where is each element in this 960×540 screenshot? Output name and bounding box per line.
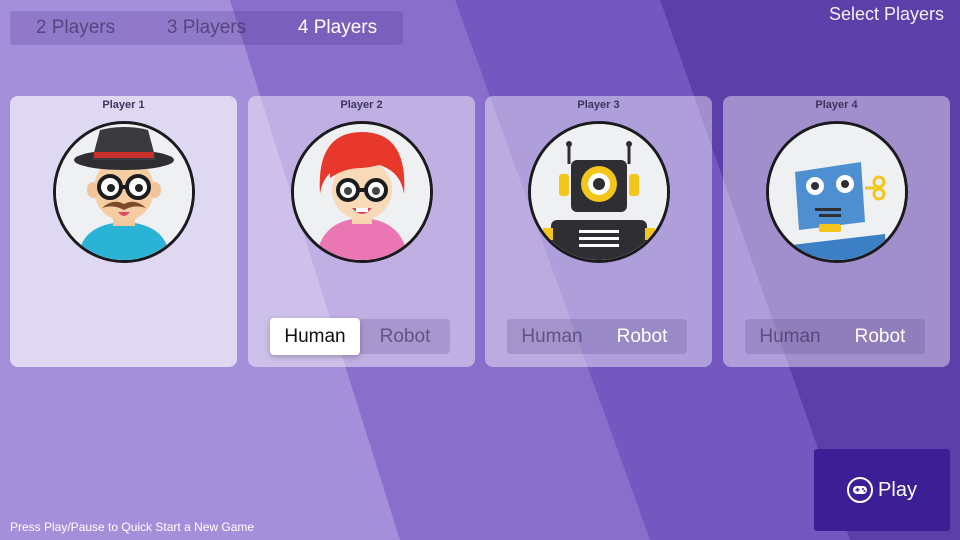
option-4-players[interactable]: 4 Players [272, 11, 403, 45]
player-4-human-option[interactable]: Human [745, 319, 835, 354]
play-label: Play [878, 478, 917, 501]
player-1-label: Player 1 [102, 99, 145, 111]
player-3-human-option[interactable]: Human [507, 319, 597, 354]
player-4-robot-option[interactable]: Robot [835, 319, 925, 354]
option-2-players[interactable]: 2 Players [10, 11, 141, 45]
player-2-human-option[interactable]: Human [270, 318, 360, 355]
player-3-robot-option[interactable]: Robot [597, 319, 687, 354]
player-count-segmented-control[interactable]: 2 Players 3 Players 4 Players [10, 11, 403, 45]
play-button[interactable]: Play [814, 449, 950, 531]
player-1-card: Player 1 [10, 96, 237, 367]
player-4-label: Player 4 [815, 99, 858, 111]
option-3-players[interactable]: 3 Players [141, 11, 272, 45]
red-hair-woman-avatar-icon [291, 121, 433, 263]
player-3-card: Player 3 Human Robot [485, 96, 712, 367]
player-2-robot-option[interactable]: Robot [360, 319, 450, 354]
quick-start-hint: Press Play/Pause to Quick Start a New Ga… [10, 520, 255, 534]
player-2-card: Player 2 Human Robot [248, 96, 475, 367]
gamepad-icon [847, 477, 874, 503]
player-4-type-toggle[interactable]: Human Robot [745, 319, 925, 354]
yellow-robot-avatar-icon [528, 121, 670, 263]
player-4-card: Player 4 Human Robot [723, 96, 950, 367]
player-2-label: Player 2 [340, 99, 383, 111]
player-3-label: Player 3 [577, 99, 620, 111]
hipster-man-avatar-icon [53, 121, 195, 263]
blue-robot-avatar-icon [766, 121, 908, 263]
player-3-type-toggle[interactable]: Human Robot [507, 319, 687, 354]
player-2-type-toggle[interactable]: Human Robot [270, 318, 450, 355]
page-title: Select Players [828, 4, 944, 24]
